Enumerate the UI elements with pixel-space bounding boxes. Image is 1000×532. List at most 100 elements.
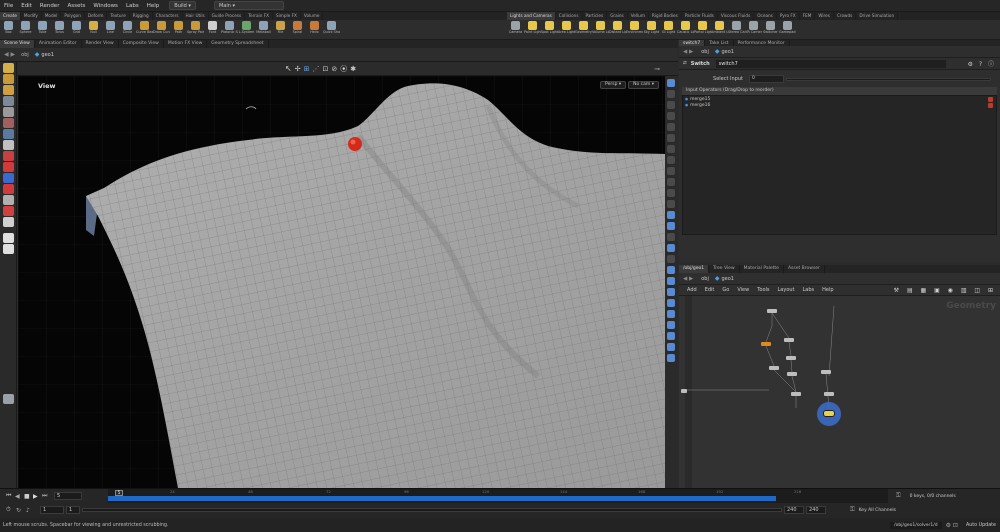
- shelf-tool-geometry-light[interactable]: Geometry Light: [575, 20, 592, 40]
- start-frame-field-2[interactable]: 1: [66, 506, 80, 514]
- shelf-tool-helix[interactable]: Helix: [306, 20, 323, 40]
- snap-point-icon[interactable]: ⋰: [312, 65, 319, 73]
- shelf-tool-curve-bezier[interactable]: Curve Bezier: [136, 20, 153, 40]
- select-input-slider[interactable]: [786, 77, 991, 81]
- net-geo-path[interactable]: geo1: [721, 276, 734, 282]
- net-node[interactable]: [769, 366, 779, 370]
- display-shadow-icon[interactable]: [667, 310, 675, 318]
- shelf-tool-sky-light[interactable]: Sky Light: [643, 20, 660, 40]
- back-arrow-icon[interactable]: ◀ ▶: [4, 51, 15, 58]
- display-fog-icon[interactable]: [667, 321, 675, 329]
- step-back-icon[interactable]: ◀: [15, 493, 24, 500]
- display-info-icon[interactable]: [667, 354, 675, 362]
- display-selection-icon[interactable]: [667, 332, 675, 340]
- snap-grid-icon[interactable]: ⊞: [304, 65, 310, 73]
- key-icon[interactable]: ⚿: [896, 492, 901, 500]
- magnet-tool-icon[interactable]: [3, 206, 14, 216]
- net-node-selected[interactable]: [761, 342, 771, 346]
- stop-icon[interactable]: ■: [24, 493, 33, 500]
- menu-item-labs[interactable]: Labs: [122, 0, 143, 12]
- shelf-tool-spot-light[interactable]: Spot Light: [541, 20, 558, 40]
- frame-ruler[interactable]: 5 24 48 72 96 120 144 168 192 216: [108, 489, 888, 503]
- realtime-icon[interactable]: ⏱: [6, 506, 16, 514]
- net-node[interactable]: [681, 389, 687, 393]
- shelf-tool-switcher[interactable]: Switcher: [762, 20, 779, 40]
- solver-node[interactable]: [823, 410, 835, 417]
- remove-operator-icon[interactable]: [988, 102, 993, 108]
- shelf-tool-draw-curve[interactable]: Draw Curve: [153, 20, 170, 40]
- step-forward-icon[interactable]: ⏭: [42, 492, 51, 500]
- move-tool-icon[interactable]: [3, 74, 14, 84]
- param-obj-path[interactable]: obj: [701, 49, 709, 55]
- display-prim-num-icon[interactable]: [667, 255, 675, 263]
- shelf-tool-point-light[interactable]: Point Light: [524, 20, 541, 40]
- display-home-icon[interactable]: [667, 189, 675, 197]
- shelf-tool-distant-light[interactable]: Distant Light: [609, 20, 626, 40]
- shelf-tool-l-system[interactable]: L-System: [238, 20, 255, 40]
- pane-tab[interactable]: /obj/geo1: [679, 265, 710, 273]
- remove-operator-icon[interactable]: [988, 96, 993, 102]
- go-start-icon[interactable]: ⏮: [6, 492, 15, 500]
- flipbook-icon[interactable]: [3, 184, 14, 194]
- display-points-num-icon[interactable]: [667, 244, 675, 252]
- pane-tab[interactable]: Geometry Spreadsheet: [207, 40, 269, 48]
- param-nav-icon[interactable]: ◀ ▶: [683, 49, 693, 55]
- display-guides-icon[interactable]: [667, 123, 675, 131]
- shelf-tool-area-light[interactable]: Area Light: [558, 20, 575, 40]
- display-shading-icon[interactable]: [667, 79, 675, 87]
- persp-menu[interactable]: Persp ▾: [600, 81, 627, 89]
- pane-tab[interactable]: Asset Browser: [784, 265, 825, 273]
- select-input-field[interactable]: 0: [749, 75, 784, 83]
- shelf-tool-font[interactable]: Font: [204, 20, 221, 40]
- geo-path[interactable]: geo1: [41, 52, 54, 58]
- net-menu-tools[interactable]: Tools: [757, 287, 769, 293]
- obj-path[interactable]: obj: [21, 52, 29, 58]
- display-bbox-icon[interactable]: [667, 288, 675, 296]
- net-node[interactable]: [787, 372, 797, 376]
- shelf-tool-stereo-camera[interactable]: Stereo Camera: [728, 20, 745, 40]
- shelf-tool-spray-paint[interactable]: Spray Paint: [187, 20, 204, 40]
- display-lights-icon[interactable]: [667, 156, 675, 164]
- node-name-field[interactable]: switch7: [715, 59, 946, 68]
- menu-item-assets[interactable]: Assets: [63, 0, 89, 12]
- view-tool-icon[interactable]: [3, 140, 14, 150]
- display-bg-icon[interactable]: [667, 134, 675, 142]
- net-nav-icon[interactable]: ◀ ▶: [683, 276, 693, 282]
- net-node[interactable]: [767, 309, 777, 313]
- measure-tool-icon[interactable]: [3, 195, 14, 205]
- play-icon[interactable]: ▶: [33, 493, 42, 500]
- shelf-tool-gi-light[interactable]: GI Light: [660, 20, 677, 40]
- menu-item-edit[interactable]: Edit: [17, 0, 36, 12]
- display-pan-icon[interactable]: [667, 200, 675, 208]
- render-icon[interactable]: ✱: [350, 65, 356, 73]
- net-toolbar-icons[interactable]: ⚒ ▤ ▦ ▣ ◉ ▥ ◫ ⊞: [894, 287, 996, 294]
- camera-tool-icon[interactable]: [3, 233, 14, 243]
- pane-tab[interactable]: Tree View: [709, 265, 740, 273]
- shelf-tool-circle[interactable]: Circle: [119, 20, 136, 40]
- shelf-tool-volume-light[interactable]: Volume Light: [592, 20, 609, 40]
- audio-icon[interactable]: ♪: [26, 507, 36, 514]
- net-node[interactable]: [821, 370, 831, 374]
- shelf-tool-line[interactable]: Line: [102, 20, 119, 40]
- display-highlight-icon[interactable]: [667, 343, 675, 351]
- shelf-tool-ambient-light[interactable]: Ambient Light: [711, 20, 728, 40]
- param-geo-path[interactable]: geo1: [721, 49, 734, 55]
- net-node[interactable]: [824, 392, 834, 396]
- menu-item-help[interactable]: Help: [143, 0, 164, 12]
- net-menu-layout[interactable]: Layout: [778, 287, 795, 293]
- menu-item-render[interactable]: Render: [36, 0, 64, 12]
- shelf-tool-box[interactable]: Box: [0, 20, 17, 40]
- arrow-tool-icon[interactable]: [3, 107, 14, 117]
- display-ghost-icon[interactable]: [667, 211, 675, 219]
- record-icon[interactable]: ⦿: [340, 64, 347, 74]
- net-node[interactable]: [791, 392, 801, 396]
- shelf-tool-platonic-solids[interactable]: Platonic Solids: [221, 20, 238, 40]
- pin-icon[interactable]: ⊸: [654, 65, 660, 73]
- shelf-tool-path[interactable]: Path: [170, 20, 187, 40]
- net-menu-labs[interactable]: Labs: [803, 287, 815, 293]
- display-points-icon[interactable]: [667, 101, 675, 109]
- shelf-tool-gamepad-camera[interactable]: Gamepad Camera: [779, 20, 796, 40]
- pane-tab[interactable]: Motion FX View: [164, 40, 208, 48]
- shelf-tool-quick-shapes[interactable]: Quick Shapes: [323, 20, 340, 40]
- status-path[interactable]: /obj/geo1/solver1/d: [890, 521, 942, 529]
